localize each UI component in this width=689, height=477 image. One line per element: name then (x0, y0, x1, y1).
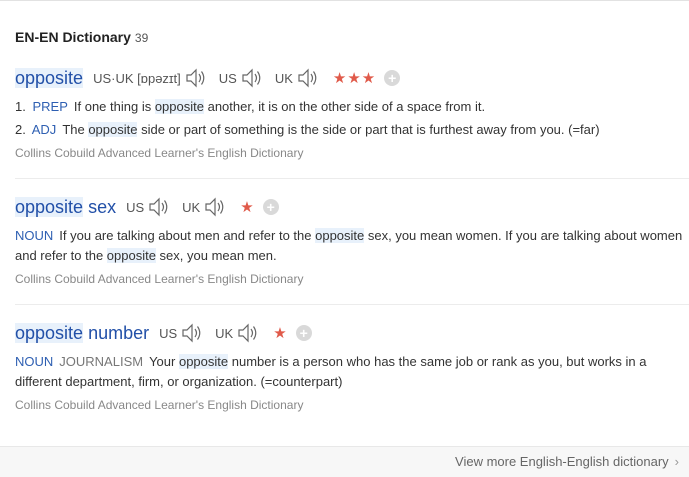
add-wordbook-icon[interactable]: + (384, 70, 401, 86)
speaker-icon[interactable] (181, 323, 203, 343)
sense-item: 1. PREP If one thing is opposite another,… (15, 99, 486, 114)
part-of-speech: NOUN (15, 228, 54, 243)
speaker-icon[interactable] (237, 323, 259, 343)
entry-head: opposite US·UK [ɒpəzɪt] US UK ★★★ + (15, 66, 687, 90)
part-of-speech: PREP (32, 99, 68, 114)
source-label: Collins Cobuild Advanced Learner's Engli… (15, 398, 304, 412)
add-wordbook-icon[interactable]: + (262, 199, 279, 215)
result-count: 39 (134, 31, 149, 45)
sense-item: NOUN If you are talking about men and ref… (15, 228, 683, 263)
source-label: Collins Cobuild Advanced Learner's Engli… (15, 272, 304, 286)
frequency-stars: ★ (273, 325, 288, 342)
footer-bar: View more English-English dictionary › (0, 446, 689, 477)
entry-opposite: opposite US·UK [ɒpəzɪt] US UK ★★★ + 1. P… (15, 66, 687, 160)
pron-uk[interactable]: UK (275, 68, 327, 88)
section-header: EN-EN Dictionary 39 (15, 29, 148, 45)
chevron-right-icon: › (674, 454, 679, 469)
sense-item: 2. ADJ The opposite side or part of somet… (15, 122, 600, 137)
pron-uk[interactable]: UK (182, 197, 234, 217)
view-more-link[interactable]: View more English-English dictionary › (455, 454, 679, 469)
speaker-icon[interactable] (297, 68, 319, 88)
headword-link[interactable]: opposite (15, 67, 84, 89)
pron-us[interactable]: US (126, 197, 178, 217)
speaker-icon[interactable] (148, 197, 170, 217)
entry-divider (15, 304, 689, 305)
source-label: Collins Cobuild Advanced Learner's Engli… (15, 146, 304, 160)
sense-item: NOUN JOURNALISM Your opposite number is a … (15, 354, 647, 389)
entry-opposite-sex: opposite sex US UK ★ + NOUN If you are ta… (15, 195, 687, 286)
add-wordbook-icon[interactable]: + (295, 325, 312, 341)
section-title: EN-EN Dictionary (15, 29, 131, 45)
subject-field: JOURNALISM (59, 354, 144, 369)
frequency-stars: ★ (240, 199, 255, 216)
pron-uk[interactable]: UK (215, 323, 267, 343)
entry-divider (15, 178, 689, 179)
entry-head: opposite sex US UK ★ + (15, 195, 687, 219)
headword-link[interactable]: opposite sex (15, 196, 116, 218)
pron-usuk[interactable]: US·UK [ɒpəzɪt] (93, 68, 215, 88)
pron-us[interactable]: US (219, 68, 271, 88)
pron-us[interactable]: US (159, 323, 211, 343)
part-of-speech: ADJ (31, 122, 57, 137)
speaker-icon[interactable] (241, 68, 263, 88)
speaker-icon[interactable] (204, 197, 226, 217)
frequency-stars: ★★★ (332, 70, 377, 87)
headword-link[interactable]: opposite number (15, 322, 149, 344)
entry-opposite-number: opposite number US UK ★ + NOUN JOURNALISM… (15, 321, 687, 412)
top-divider (0, 0, 689, 1)
entry-head: opposite number US UK ★ + (15, 321, 687, 345)
part-of-speech: NOUN (15, 354, 54, 369)
speaker-icon[interactable] (185, 68, 207, 88)
